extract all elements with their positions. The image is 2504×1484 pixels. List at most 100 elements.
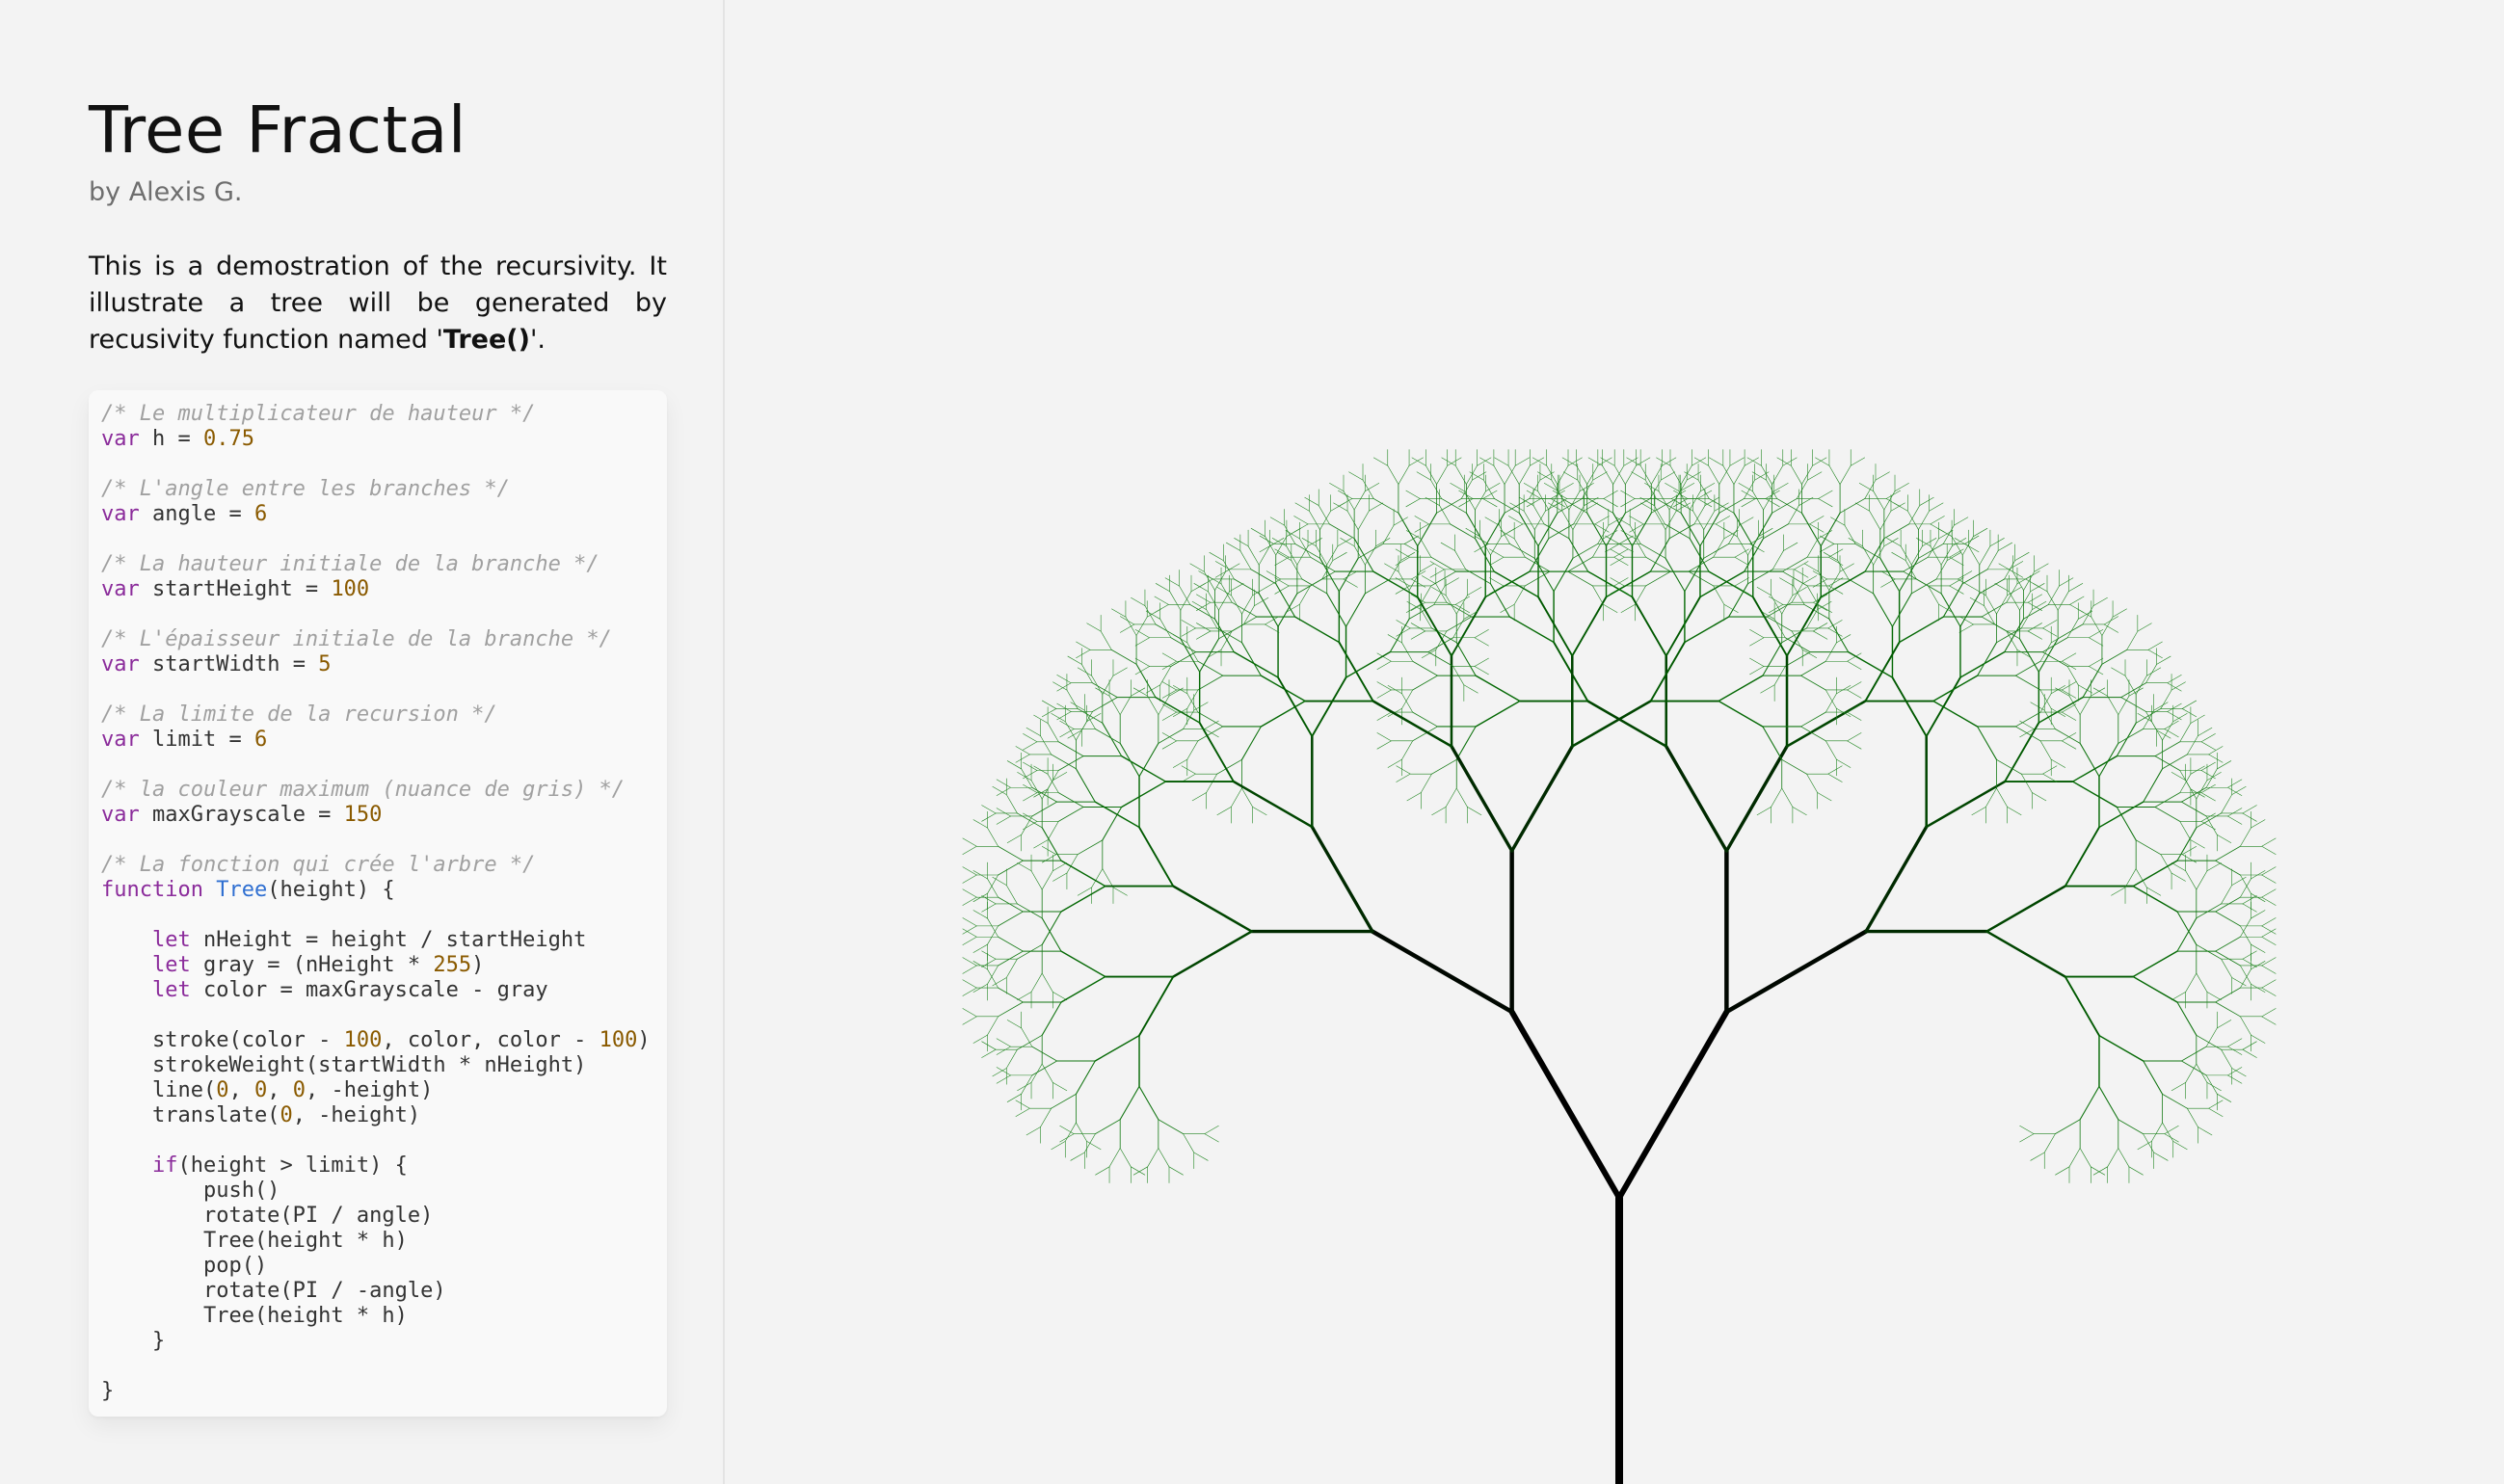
tree-branch xyxy=(1949,585,1964,595)
tree-branch xyxy=(1376,660,1392,670)
tree-branch xyxy=(1844,524,1856,544)
tree-branch xyxy=(2027,594,2042,603)
tree-branch xyxy=(1583,502,1598,512)
tree-branch xyxy=(2124,868,2137,888)
tree-branch xyxy=(1021,1074,1033,1095)
tree-branch xyxy=(2176,911,2198,945)
tree-branch xyxy=(1372,700,1453,748)
tree-branch xyxy=(987,925,999,945)
author-byline: by Alexis G. xyxy=(89,177,243,207)
tree-branch xyxy=(1328,523,1355,540)
tree-branch xyxy=(1231,787,1242,808)
tree-branch xyxy=(1744,479,1755,499)
tree-branch xyxy=(1603,603,1618,613)
tree-branch xyxy=(2027,623,2042,632)
tree-branch xyxy=(2126,630,2139,650)
tree-branch xyxy=(2059,577,2074,587)
tree-branch xyxy=(1041,911,1062,945)
tree-branch xyxy=(1059,1133,1075,1143)
tree-branch xyxy=(996,1038,1011,1047)
tree-branch xyxy=(2221,794,2233,814)
tree-branch xyxy=(1883,523,1910,540)
tree-branch xyxy=(1749,657,1765,667)
tree-branch xyxy=(1041,972,1053,993)
code-token: line( xyxy=(101,1078,217,1102)
tree-branch xyxy=(1847,652,1862,662)
tree-branch xyxy=(1396,773,1411,782)
tree-branch xyxy=(2039,689,2052,709)
tree-branch xyxy=(1052,872,1068,882)
tree-branch xyxy=(1985,930,2066,978)
tree-branch xyxy=(1199,638,1220,673)
code-token: maxGrayscale = xyxy=(139,803,344,827)
tree-branch xyxy=(998,1001,1024,1018)
code-token: , xyxy=(267,1078,293,1102)
tree-branch xyxy=(1077,839,1104,856)
code-token: pop() xyxy=(101,1254,268,1278)
tree-branch xyxy=(1365,545,1376,566)
tree-branch xyxy=(2089,657,2104,667)
tree-branch xyxy=(1301,538,1317,547)
tree-branch xyxy=(1445,787,1457,808)
tree-branch xyxy=(1514,457,1530,466)
tree-branch xyxy=(1057,755,1084,771)
tree-branch xyxy=(1431,807,1447,816)
tree-branch xyxy=(1907,510,1919,530)
tree-branch xyxy=(2167,675,2182,684)
tree-branch xyxy=(1625,464,1637,485)
tree-branch xyxy=(972,819,988,829)
tree-branch xyxy=(996,1067,1011,1076)
tree-branch xyxy=(1180,638,1201,673)
tree-branch xyxy=(1869,510,1881,530)
tree-branch xyxy=(1828,548,1844,558)
tree-branch xyxy=(2242,950,2257,960)
tree-branch xyxy=(1537,471,1553,481)
code-token: var xyxy=(101,728,140,752)
tree-branch xyxy=(1135,616,1148,636)
tree-branch xyxy=(1052,992,1068,1001)
tree-branch xyxy=(1060,860,1106,888)
tree-branch xyxy=(1891,593,1912,627)
tree-branch xyxy=(1006,834,1023,843)
tree-branch xyxy=(1649,641,1686,702)
tree-branch xyxy=(1112,667,1128,676)
tree-branch xyxy=(2231,1068,2247,1077)
tree-branch xyxy=(1234,538,1249,547)
tree-branch xyxy=(1847,660,1862,670)
tree-branch xyxy=(1781,787,1794,808)
tree-branch xyxy=(981,1041,997,1050)
tree-branch xyxy=(1186,689,1199,709)
tree-branch xyxy=(1518,512,1539,547)
tree-branch xyxy=(1436,464,1449,485)
tree-branch xyxy=(2215,911,2241,927)
tree-branch xyxy=(2162,1093,2188,1109)
tree-branch xyxy=(1828,618,1850,653)
tree-branch xyxy=(1155,623,1182,640)
tree-canvas xyxy=(727,0,2504,1484)
tree-branch xyxy=(2069,596,2085,605)
tree-branch xyxy=(1474,657,1489,667)
tree-branch xyxy=(1077,887,1092,896)
tree-branch xyxy=(1620,530,1636,540)
tree-branch xyxy=(1508,516,1524,525)
tree-branch xyxy=(1665,744,1729,853)
tree-branch xyxy=(1193,702,1209,711)
tree-branch xyxy=(1017,772,1032,782)
tree-branch xyxy=(1582,479,1594,499)
tree-branch xyxy=(1138,1085,1159,1121)
tree-branch xyxy=(981,1048,997,1058)
tree-branch xyxy=(1204,1133,1219,1143)
tree-branch xyxy=(1277,593,1298,627)
tree-branch xyxy=(1258,593,1279,627)
tree-branch xyxy=(1047,821,1059,840)
tree-branch xyxy=(1040,1107,1052,1127)
tree-branch xyxy=(1671,490,1687,499)
tree-branch xyxy=(1467,587,1482,596)
tree-branch xyxy=(1440,542,1455,551)
tree-branch xyxy=(1387,758,1402,768)
tree-branch xyxy=(2172,713,2188,723)
tree-branch xyxy=(1741,498,1756,508)
tree-branch xyxy=(1665,596,1701,657)
